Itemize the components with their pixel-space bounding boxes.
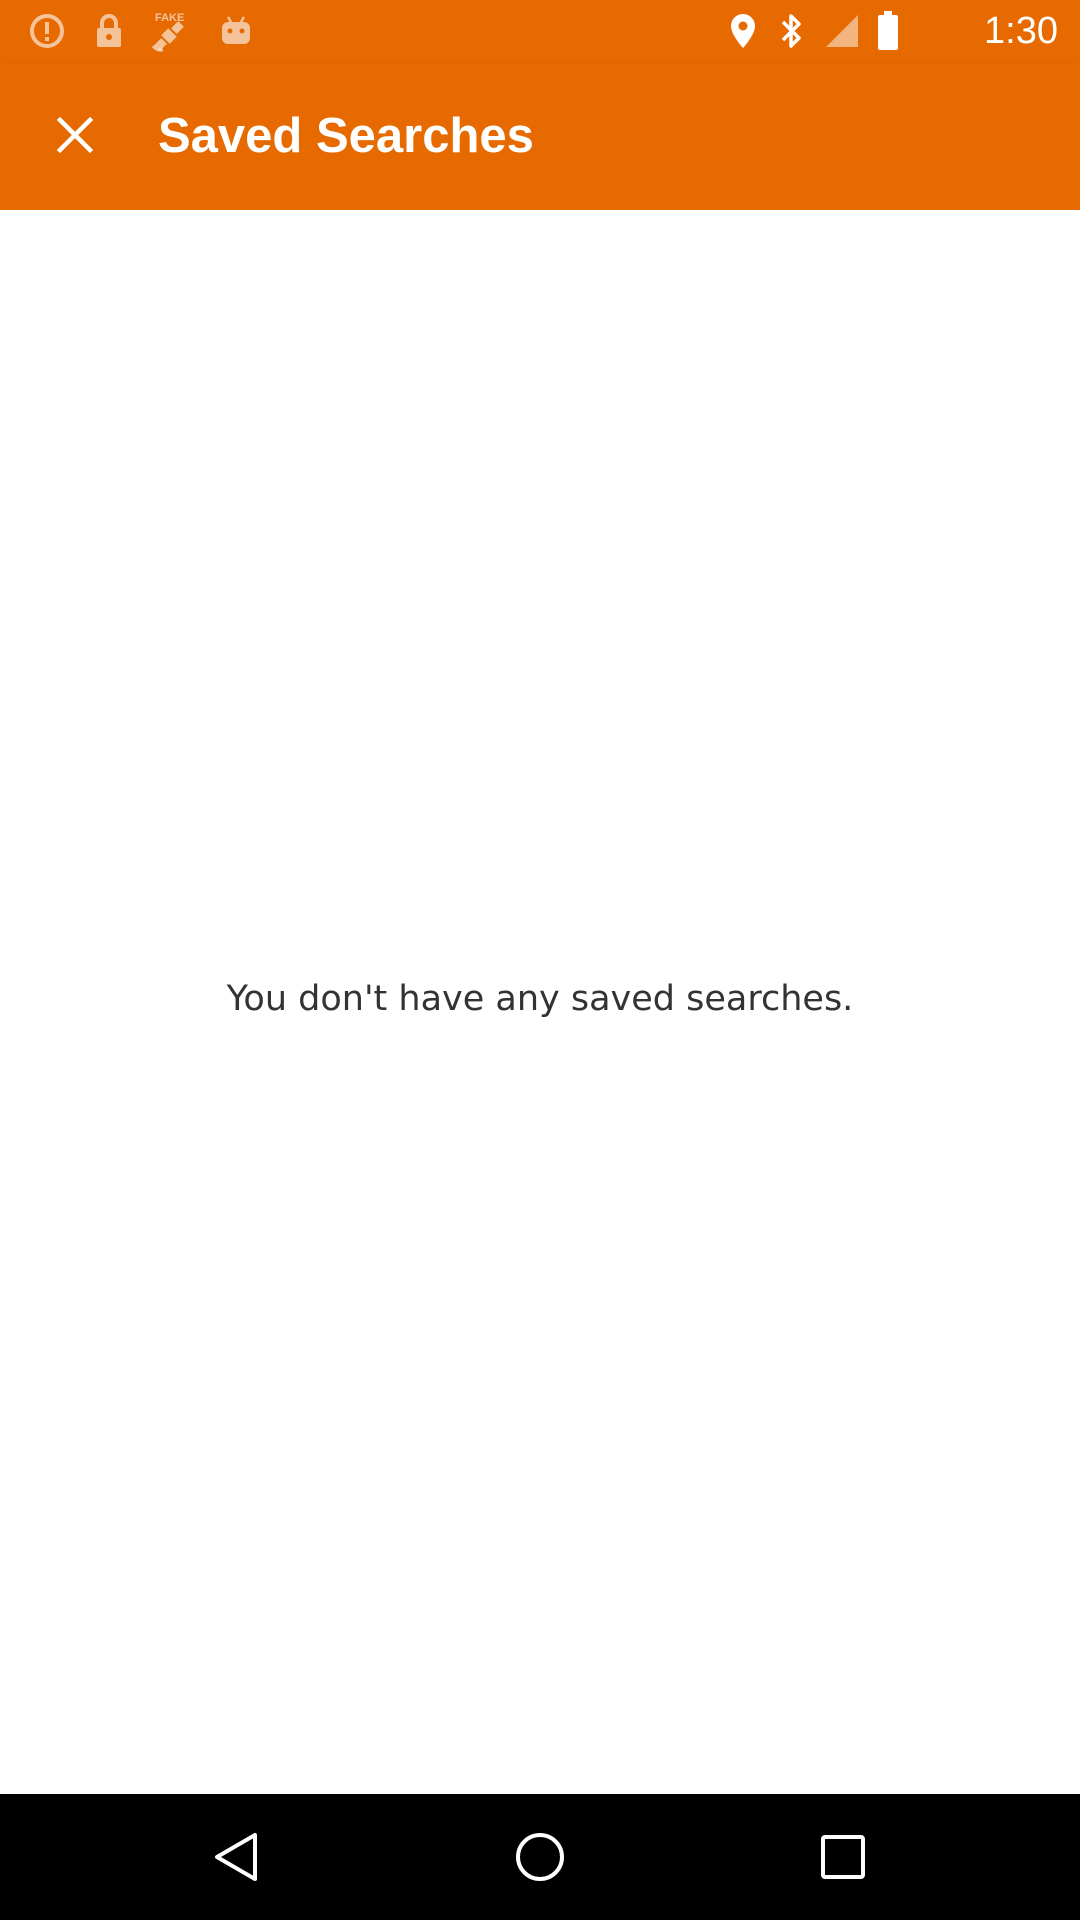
back-button[interactable] [197, 1817, 277, 1897]
status-time: 1:30 [984, 10, 1058, 52]
recents-icon [821, 1835, 865, 1879]
back-icon [215, 1833, 257, 1881]
fake-gps-satellite-icon: FAKE [148, 10, 196, 52]
android-icon [218, 10, 254, 52]
system-navigation-bar [0, 1794, 1080, 1920]
recents-button[interactable] [803, 1817, 883, 1897]
close-button[interactable] [33, 93, 117, 177]
signal-icon [822, 10, 862, 52]
app-bar: Saved Searches [0, 63, 1080, 210]
alert-circle-icon [26, 10, 68, 52]
empty-state-message: You don't have any saved searches. [226, 979, 854, 1019]
saved-searches-list: You don't have any saved searches. [0, 210, 1080, 1794]
home-button[interactable] [500, 1817, 580, 1897]
lock-icon [90, 10, 128, 52]
status-bar: FAKE 1:30 [0, 0, 1080, 63]
home-icon [516, 1833, 564, 1881]
page-title: Saved Searches [158, 109, 534, 163]
close-icon [56, 116, 94, 154]
bluetooth-icon [776, 10, 808, 52]
svg-text:FAKE: FAKE [155, 12, 184, 24]
battery-icon [874, 10, 902, 52]
location-pin-icon [726, 10, 760, 52]
